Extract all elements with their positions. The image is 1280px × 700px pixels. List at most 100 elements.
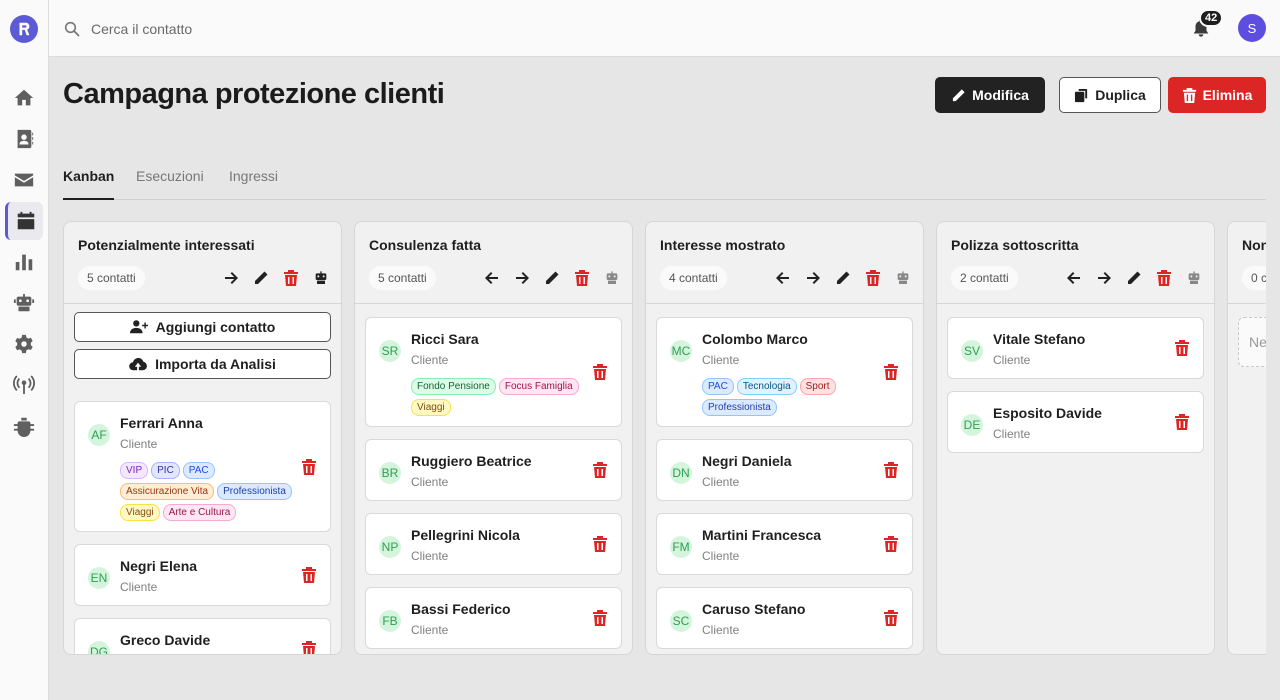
- edit-column-button[interactable]: [1125, 269, 1142, 286]
- contact-avatar: DN: [670, 462, 692, 484]
- nav-settings[interactable]: [5, 325, 43, 363]
- user-plus-icon: [129, 320, 148, 334]
- contact-card[interactable]: SR Ricci Sara Cliente Fondo Pensione Focus F…: [365, 317, 622, 427]
- trash-icon: [593, 462, 607, 478]
- contact-card[interactable]: DE Esposito Davide Cliente: [947, 391, 1204, 453]
- delete-column-button[interactable]: [282, 269, 299, 286]
- edit-column-button[interactable]: [543, 269, 560, 286]
- trash-icon: [865, 269, 880, 286]
- move-left-button[interactable]: [1065, 269, 1082, 286]
- remove-contact-button[interactable]: [884, 462, 898, 478]
- user-avatar[interactable]: S: [1238, 14, 1266, 42]
- move-right-button[interactable]: [513, 269, 530, 286]
- contact-card[interactable]: DG Greco Davide Cliente: [74, 618, 331, 654]
- remove-contact-button[interactable]: [302, 567, 316, 583]
- delete-column-button[interactable]: [864, 269, 881, 286]
- duplicate-button[interactable]: Duplica: [1059, 77, 1161, 113]
- app-logo[interactable]: [10, 15, 38, 43]
- column-body: MC Colombo Marco Cliente PAC Tecnologia Sport…: [646, 305, 923, 654]
- tab-kanban[interactable]: Kanban: [63, 168, 115, 200]
- contact-card[interactable]: EN Negri Elena Cliente: [74, 544, 331, 606]
- delete-column-button[interactable]: [573, 269, 590, 286]
- edit-column-button[interactable]: [834, 269, 851, 286]
- arrow-left-icon: [775, 271, 789, 284]
- contact-card[interactable]: MC Colombo Marco Cliente PAC Tecnologia Sport…: [656, 317, 913, 427]
- remove-contact-button[interactable]: [593, 462, 607, 478]
- calendar-icon: [17, 211, 34, 230]
- contact-card[interactable]: NP Pellegrini Nicola Cliente: [365, 513, 622, 575]
- arrow-right-icon: [515, 271, 529, 284]
- remove-contact-button[interactable]: [593, 610, 607, 626]
- move-left-button[interactable]: [483, 269, 500, 286]
- trash-icon: [593, 610, 607, 626]
- contact-card[interactable]: FB Bassi Federico Cliente: [365, 587, 622, 649]
- trash-icon: [302, 567, 316, 583]
- import-analysis-button[interactable]: Importa da Analisi: [74, 349, 331, 379]
- contact-name: Greco Davide: [120, 632, 211, 648]
- nav-mail[interactable]: [5, 161, 43, 199]
- move-left-button[interactable]: [774, 269, 791, 286]
- contact-avatar: SR: [379, 340, 401, 362]
- contact-card[interactable]: DN Negri Daniela Cliente: [656, 439, 913, 501]
- contact-card[interactable]: AF Ferrari Anna Cliente VIP PIC PAC Assicurazi…: [74, 401, 331, 532]
- move-right-button[interactable]: [1095, 269, 1112, 286]
- column-header: Consulenza fatta 5 contatti: [355, 222, 632, 304]
- kanban-column: Interesse mostrato 4 contatti MC Colombo Ma…: [645, 221, 924, 655]
- kanban-column: Polizza sottoscritta 2 contatti SV Vitale S…: [936, 221, 1215, 655]
- search-input[interactable]: [91, 16, 491, 42]
- nav-home[interactable]: [5, 79, 43, 117]
- edit-button[interactable]: Modifica: [935, 77, 1045, 113]
- edit-column-button[interactable]: [252, 269, 269, 286]
- delete-column-button[interactable]: [1155, 269, 1172, 286]
- automation-button[interactable]: [312, 269, 329, 286]
- contact-card[interactable]: FM Martini Francesca Cliente: [656, 513, 913, 575]
- tab-executions[interactable]: Esecuzioni: [136, 168, 204, 200]
- remove-contact-button[interactable]: [302, 458, 316, 475]
- contact-card[interactable]: SV Vitale Stefano Cliente: [947, 317, 1204, 379]
- contact-card[interactable]: BR Ruggiero Beatrice Cliente: [365, 439, 622, 501]
- contact-name: Negri Elena: [120, 558, 198, 574]
- move-right-button[interactable]: [804, 269, 821, 286]
- page-title: Campagna protezione clienti: [63, 78, 445, 110]
- tab-entries[interactable]: Ingressi: [229, 168, 278, 200]
- nav-broadcast[interactable]: [5, 366, 43, 404]
- column-actions: [1065, 269, 1202, 286]
- remove-contact-button[interactable]: [1175, 414, 1189, 430]
- contact-name: Ferrari Anna: [120, 415, 203, 431]
- column-title: Polizza sottoscritta: [951, 237, 1079, 253]
- delete-button[interactable]: Elimina: [1168, 77, 1266, 113]
- remove-contact-button[interactable]: [884, 536, 898, 552]
- column-header: Potenzialmente interessati 5 contatti: [64, 222, 341, 304]
- remove-contact-button[interactable]: [884, 364, 898, 380]
- cloud-upload-icon: [129, 357, 147, 371]
- contact-tag: Focus Famiglia: [498, 378, 579, 395]
- remove-contact-button[interactable]: [884, 610, 898, 626]
- remove-contact-button[interactable]: [1175, 340, 1189, 356]
- nav-automation[interactable]: [5, 284, 43, 322]
- envelope-icon: [14, 173, 34, 187]
- nav-calendar[interactable]: [5, 202, 43, 240]
- logo-icon: [19, 22, 30, 36]
- contact-role: Cliente: [702, 353, 740, 367]
- nav-debug[interactable]: [5, 407, 43, 445]
- automation-button[interactable]: [1185, 269, 1202, 286]
- bar-chart-icon: [15, 254, 33, 271]
- column-count-badge: 0 c: [1242, 266, 1266, 290]
- automation-button[interactable]: [894, 269, 911, 286]
- remove-contact-button[interactable]: [302, 641, 316, 654]
- automation-button[interactable]: [603, 269, 620, 286]
- column-actions: [774, 269, 911, 286]
- column-count-badge: 5 contatti: [78, 266, 145, 290]
- remove-contact-button[interactable]: [593, 364, 607, 380]
- contact-avatar: DE: [961, 414, 983, 436]
- move-right-button[interactable]: [222, 269, 239, 286]
- topbar: 42 S: [49, 0, 1280, 57]
- nav-contacts[interactable]: [5, 120, 43, 158]
- contact-card[interactable]: SC Caruso Stefano Cliente: [656, 587, 913, 649]
- column-header: Polizza sottoscritta 2 contatti: [937, 222, 1214, 304]
- contact-tag: PAC: [182, 462, 215, 479]
- arrow-right-icon: [1097, 271, 1111, 284]
- add-contact-button[interactable]: Aggiungi contatto: [74, 312, 331, 342]
- nav-analytics[interactable]: [5, 243, 43, 281]
- remove-contact-button[interactable]: [593, 536, 607, 552]
